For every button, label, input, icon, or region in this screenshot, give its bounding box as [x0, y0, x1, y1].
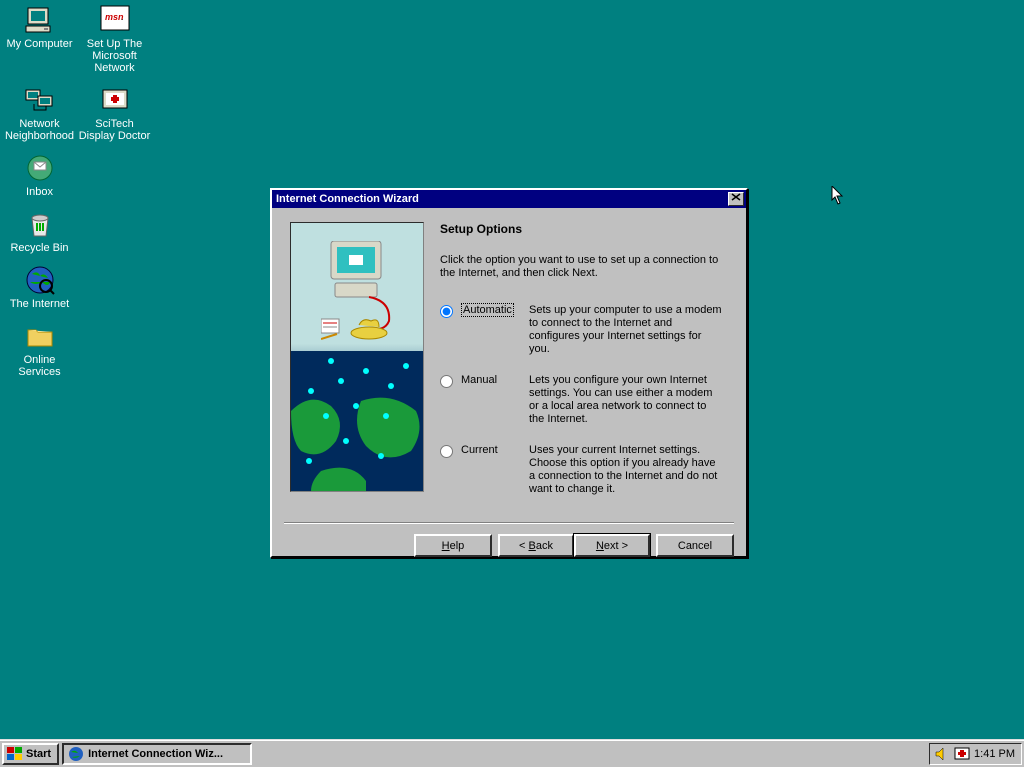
computer-icon: [24, 4, 56, 36]
option-manual: Manual Lets you configure your own Inter…: [440, 374, 728, 426]
desktop-icons: My Computer msn. Set Up TheMicrosoftNetw…: [2, 2, 152, 386]
wizard-illustration: [290, 222, 424, 492]
desktop-icon-inbox[interactable]: Inbox: [2, 150, 77, 206]
close-button[interactable]: [728, 192, 744, 206]
radio-current[interactable]: [440, 445, 453, 458]
desktop-icon-scitech[interactable]: SciTechDisplay Doctor: [77, 82, 152, 150]
option-label[interactable]: Current: [461, 444, 521, 456]
wizard-dialog: Internet Connection Wizard: [270, 188, 748, 558]
option-desc: Lets you configure your own Internet set…: [529, 374, 728, 426]
dialog-heading: Setup Options: [440, 222, 728, 236]
desktop-icon-the-internet[interactable]: The Internet: [2, 262, 77, 318]
help-button[interactable]: Help: [414, 534, 492, 557]
network-icon: [24, 84, 56, 116]
radio-manual[interactable]: [440, 375, 453, 388]
taskbar-task-wizard[interactable]: Internet Connection Wiz...: [62, 743, 252, 765]
icon-label: SciTechDisplay Doctor: [77, 118, 152, 142]
desktop-icon-my-computer[interactable]: My Computer: [2, 2, 77, 82]
option-current: Current Uses your current Internet setti…: [440, 444, 728, 496]
desktop-icon-online-services[interactable]: OnlineServices: [2, 318, 77, 386]
recycle-bin-icon: [24, 208, 56, 240]
icon-label: Recycle Bin: [2, 242, 77, 254]
icon-label: NetworkNeighborhood: [2, 118, 77, 142]
clock[interactable]: 1:41 PM: [974, 748, 1015, 760]
icon-label: The Internet: [2, 298, 77, 310]
desktop-icon-msn[interactable]: msn. Set Up TheMicrosoftNetwork: [77, 2, 152, 82]
svg-text:.: .: [121, 12, 124, 22]
icon-label: OnlineServices: [2, 354, 77, 378]
folder-icon: [24, 320, 56, 352]
wizard-task-icon: [68, 746, 84, 762]
system-tray: 1:41 PM: [929, 743, 1022, 765]
window-title: Internet Connection Wizard: [276, 193, 419, 205]
option-desc: Uses your current Internet settings. Cho…: [529, 444, 728, 496]
dialog-intro-text: Click the option you want to use to set …: [440, 254, 728, 280]
icon-label: Inbox: [2, 186, 77, 198]
desktop-icon-network-neighborhood[interactable]: NetworkNeighborhood: [2, 82, 77, 150]
option-label[interactable]: Automatic: [461, 303, 514, 317]
cancel-button[interactable]: Cancel: [656, 534, 734, 557]
icon-label: My Computer: [2, 38, 77, 50]
start-button[interactable]: Start: [2, 743, 59, 765]
dialog-body: Setup Options Click the option you want …: [272, 208, 746, 522]
task-label: Internet Connection Wiz...: [88, 748, 223, 760]
inbox-icon: [24, 152, 56, 184]
back-button[interactable]: < Back: [498, 534, 574, 557]
dialog-button-row: Help < Back Next > Cancel: [272, 524, 746, 567]
option-automatic: Automatic Sets up your computer to use a…: [440, 304, 728, 356]
option-desc: Sets up your computer to use a modem to …: [529, 304, 728, 356]
taskbar: Start Internet Connection Wiz... 1:41 PM: [0, 739, 1024, 767]
radio-automatic[interactable]: [440, 305, 453, 318]
next-button[interactable]: Next >: [574, 534, 650, 557]
msn-icon: msn.: [99, 4, 131, 36]
windows-logo-icon: [7, 747, 23, 761]
titlebar[interactable]: Internet Connection Wizard: [272, 190, 746, 208]
option-label[interactable]: Manual: [461, 374, 521, 386]
mouse-cursor-icon: [830, 186, 846, 206]
display-doctor-icon: [99, 84, 131, 116]
desktop: My Computer msn. Set Up TheMicrosoftNetw…: [0, 0, 1024, 767]
display-tray-icon[interactable]: [954, 746, 970, 762]
globe-icon: [24, 264, 56, 296]
speaker-icon[interactable]: [934, 746, 950, 762]
icon-label: Set Up TheMicrosoftNetwork: [77, 38, 152, 74]
start-label: Start: [26, 748, 51, 760]
desktop-icon-recycle-bin[interactable]: Recycle Bin: [2, 206, 77, 262]
